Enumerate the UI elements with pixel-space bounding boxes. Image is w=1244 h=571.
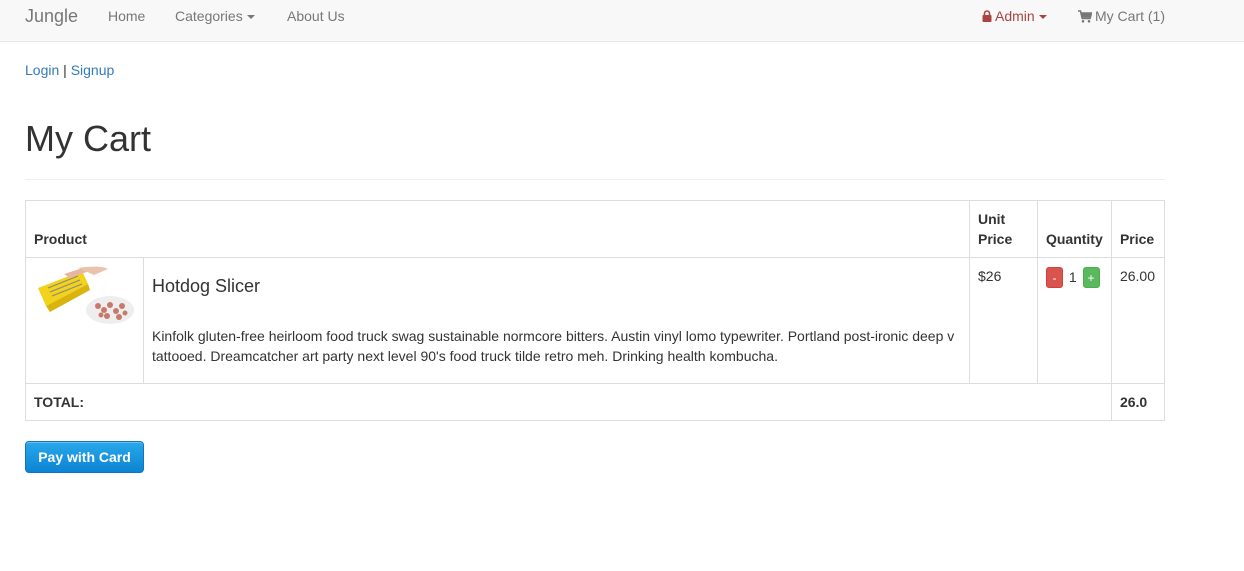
- auth-links: Login | Signup: [25, 62, 114, 78]
- page-title: My Cart: [25, 118, 151, 159]
- table-row: Hotdog Slicer Kinfolk gluten-free heirlo…: [25, 257, 1166, 384]
- decrease-quantity-button[interactable]: -: [1045, 266, 1063, 288]
- header-price: Price: [1110, 200, 1166, 258]
- pay-with-card-button[interactable]: Pay with Card: [25, 441, 144, 473]
- total-label: TOTAL:: [25, 383, 1112, 421]
- product-thumbnail: [34, 266, 134, 328]
- auth-separator: |: [63, 62, 67, 78]
- header-quantity: Quantity: [1036, 200, 1112, 258]
- caret-down-icon: [1038, 15, 1047, 20]
- quantity-cell: - 1 +: [1036, 257, 1112, 384]
- quantity-value: 1: [1068, 269, 1077, 286]
- product-image-cell: [25, 257, 144, 384]
- nav-about-link[interactable]: About Us: [287, 8, 345, 24]
- signup-link[interactable]: Signup: [71, 62, 115, 78]
- nav-cart-label: My Cart (1): [1095, 8, 1165, 24]
- top-navbar: Jungle Home Categories About Us Admin My…: [0, 0, 1244, 42]
- cart-table: Product Unit Price Quantity Price Hotdog…: [25, 200, 1166, 421]
- nav-categories-label: Categories: [175, 8, 243, 24]
- shopping-cart-icon: [1078, 10, 1092, 23]
- nav-admin-dropdown[interactable]: Admin: [982, 8, 1047, 24]
- unit-price-cell: $26: [969, 257, 1038, 384]
- product-info-cell: Hotdog Slicer Kinfolk gluten-free heirlo…: [142, 257, 971, 384]
- header-product: Product: [25, 200, 970, 258]
- caret-down-icon: [246, 15, 255, 20]
- table-header-row: Product Unit Price Quantity Price: [25, 200, 1166, 258]
- increase-quantity-button[interactable]: +: [1082, 266, 1100, 288]
- title-divider: [25, 179, 1165, 180]
- line-price-cell: 26.00: [1110, 257, 1166, 384]
- product-name: Hotdog Slicer: [151, 276, 261, 296]
- login-link[interactable]: Login: [25, 62, 59, 78]
- total-row: TOTAL: 26.0: [25, 383, 1166, 421]
- header-unit-price: Unit Price: [969, 200, 1038, 258]
- product-description: Kinfolk gluten-free heirloom food truck …: [151, 328, 955, 364]
- brand-link[interactable]: Jungle: [25, 6, 78, 27]
- nav-admin-label: Admin: [995, 8, 1035, 24]
- lock-icon: [982, 10, 992, 22]
- nav-home-link[interactable]: Home: [108, 8, 145, 24]
- total-value: 26.0: [1110, 383, 1166, 421]
- nav-cart-link[interactable]: My Cart (1): [1078, 8, 1165, 24]
- nav-categories-dropdown[interactable]: Categories: [175, 8, 255, 24]
